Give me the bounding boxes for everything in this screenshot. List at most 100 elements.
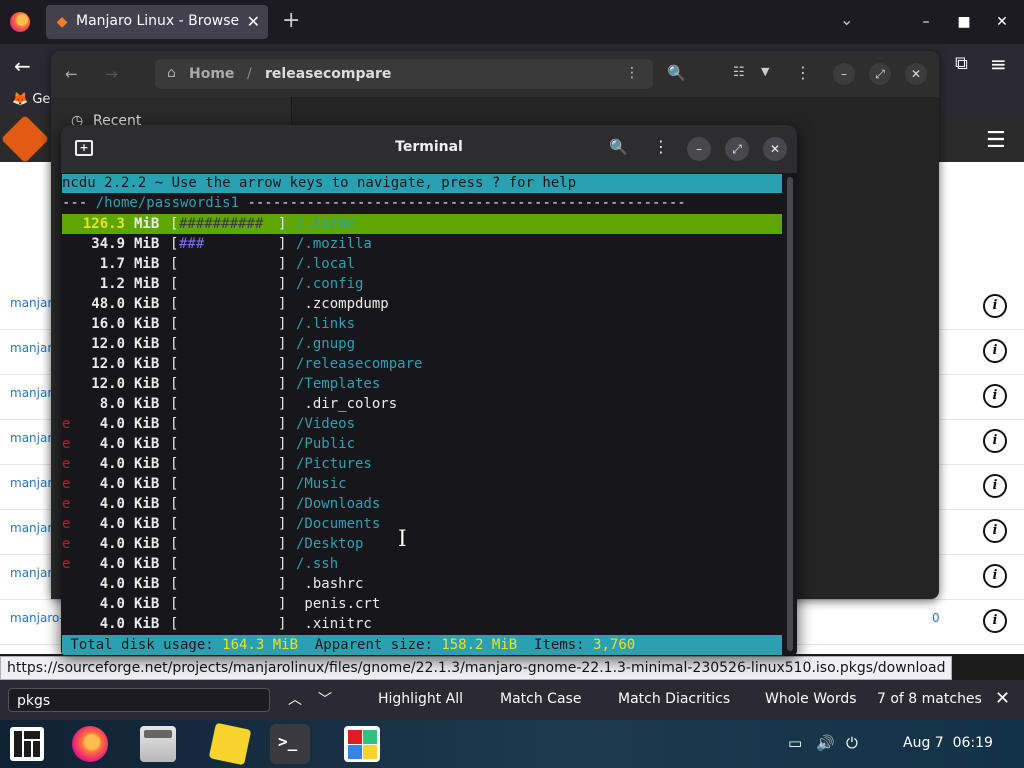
close-window-button[interactable]: ✕ — [905, 63, 927, 85]
entry-name: /.cache — [296, 216, 356, 232]
maximize-window-button[interactable]: ⤢ — [869, 63, 891, 85]
ncdu-entry-row[interactable]: 48.0 KiB [] .zcompdump — [62, 294, 782, 314]
hamburger-menu-icon[interactable]: ☰ — [986, 128, 1006, 153]
find-input[interactable]: pkgs — [8, 688, 270, 712]
manjaro-menu-icon[interactable] — [10, 727, 44, 761]
info-icon[interactable]: i — [983, 519, 1007, 543]
entry-unit: KiB — [134, 516, 160, 532]
ncdu-entry-row[interactable]: 12.0 KiB [] /.gnupg — [62, 334, 782, 354]
info-icon[interactable]: i — [983, 294, 1007, 318]
info-icon[interactable]: i — [983, 429, 1007, 453]
ncdu-entry-row[interactable]: e 4.0 KiB[]/Music — [62, 474, 782, 494]
files-icon[interactable] — [140, 726, 176, 762]
home-icon: ⌂ — [167, 65, 176, 81]
info-icon[interactable]: i — [983, 384, 1007, 408]
ncdu-entry-row[interactable]: e 4.0 KiB[]/Public — [62, 434, 782, 454]
entry-size: 12.0 — [91, 336, 125, 352]
entry-unit: KiB — [134, 416, 160, 432]
ncdu-entry-row[interactable]: 12.0 KiB [] /Templates — [62, 374, 782, 394]
info-icon[interactable]: i — [983, 609, 1007, 633]
hamburger-menu-icon[interactable]: ≡ — [990, 52, 1007, 76]
view-list-icon[interactable]: ☷ — [733, 65, 745, 80]
ncdu-entry-row[interactable]: 8.0 KiB [] .dir_colors — [62, 394, 782, 414]
chevron-down-icon[interactable]: ﹀ — [318, 689, 332, 709]
ncdu-entry-row[interactable]: e 4.0 KiB[]/.ssh — [62, 554, 782, 574]
menu-icon[interactable]: ⋮ — [653, 137, 669, 156]
text-editor-icon[interactable] — [208, 722, 252, 766]
ncdu-entry-row[interactable]: 34.9 MiB [###] /.mozilla — [62, 234, 782, 254]
power-icon[interactable]: ⏻ — [846, 734, 858, 752]
bookmark-item[interactable]: 🦊 Ge — [12, 92, 50, 107]
minimize-window-button[interactable]: – — [914, 10, 938, 34]
chevron-down-icon[interactable]: ▼ — [761, 65, 769, 78]
whole-words-button[interactable]: Whole Words — [765, 691, 857, 707]
info-icon[interactable]: i — [983, 339, 1007, 363]
maximize-window-button[interactable]: ⤢ — [725, 137, 749, 161]
back-arrow-icon[interactable]: ← — [14, 54, 31, 78]
clipboard-icon[interactable]: ▭ — [788, 734, 802, 752]
close-window-button[interactable]: ✕ — [990, 10, 1014, 34]
match-diacritics-button[interactable]: Match Diacritics — [618, 691, 730, 707]
volume-icon[interactable]: 🔊 — [816, 734, 835, 752]
graph-bracket-right: ] — [278, 536, 287, 552]
entry-name: /Videos — [296, 416, 356, 432]
new-tab-icon[interactable]: + — [282, 8, 300, 34]
usage-graph: ### — [179, 236, 205, 252]
software-store-icon[interactable] — [344, 726, 380, 762]
graph-bracket-right: ] — [278, 236, 287, 252]
clock[interactable]: Aug 7 06:19 — [903, 735, 993, 751]
terminal-scrollbar[interactable] — [787, 177, 793, 651]
forward-arrow-icon[interactable]: → — [105, 65, 118, 83]
ncdu-entry-row[interactable]: 1.2 MiB [] /.config — [62, 274, 782, 294]
file-link[interactable]: manjaro- — [10, 611, 64, 625]
path-menu-icon[interactable]: ⋮ — [625, 65, 639, 81]
ncdu-entry-row[interactable]: 12.0 KiB [] /releasecompare — [62, 354, 782, 374]
entry-size: 1.7 — [99, 256, 125, 272]
search-icon[interactable]: 🔍 — [609, 138, 628, 156]
match-case-button[interactable]: Match Case — [500, 691, 581, 707]
path-home[interactable]: Home — [189, 66, 234, 82]
ncdu-total-bar: Total disk usage: 164.3 MiB Apparent siz… — [62, 635, 782, 655]
info-icon[interactable]: i — [983, 564, 1007, 588]
chevron-down-icon[interactable]: ⌄ — [840, 10, 853, 29]
path-current[interactable]: releasecompare — [265, 66, 391, 82]
close-find-icon[interactable]: ✕ — [995, 688, 1010, 709]
minimize-window-button[interactable]: – — [687, 137, 711, 161]
entry-name: /Desktop — [296, 536, 364, 552]
close-window-button[interactable]: ✕ — [763, 137, 787, 161]
chevron-up-icon[interactable]: ︿ — [288, 689, 302, 709]
ncdu-entry-row[interactable]: e 4.0 KiB[]/Downloads — [62, 494, 782, 514]
highlight-all-button[interactable]: Highlight All — [378, 691, 463, 707]
minimize-window-button[interactable]: – — [833, 63, 855, 85]
ncdu-entry-row[interactable]: 4.0 KiB [] penis.crt — [62, 594, 782, 614]
graph-bracket-right: ] — [278, 456, 287, 472]
terminal-icon[interactable]: >_ — [270, 724, 310, 764]
entry-name: /releasecompare — [296, 356, 423, 372]
download-count: 0 — [932, 611, 940, 625]
ncdu-entry-row[interactable]: 4.0 KiB [] .bashrc — [62, 574, 782, 594]
maximize-window-button[interactable]: ■ — [952, 10, 976, 34]
extensions-icon[interactable]: ⧉ — [955, 53, 968, 74]
back-arrow-icon[interactable]: ← — [65, 65, 78, 83]
search-icon[interactable]: 🔍 — [667, 64, 686, 82]
ncdu-entry-row[interactable]: e 4.0 KiB[]/Desktop — [62, 534, 782, 554]
ncdu-entry-row[interactable]: e 4.0 KiB[]/Pictures — [62, 454, 782, 474]
close-tab-icon[interactable]: ✕ — [247, 12, 260, 31]
terminal-content[interactable]: ncdu 2.2.2 ~ Use the arrow keys to navig… — [61, 173, 783, 655]
menu-icon[interactable]: ⋮ — [795, 63, 811, 82]
path-bar[interactable]: ⌂ Home / releasecompare ⋮ — [155, 59, 653, 89]
firefox-icon[interactable] — [72, 726, 108, 762]
browser-tab[interactable]: ◆ Manjaro Linux - Browse ✕ — [46, 5, 268, 39]
ncdu-entry-row[interactable]: e 4.0 KiB[]/Videos — [62, 414, 782, 434]
ncdu-entry-row[interactable]: 16.0 KiB [] /.links — [62, 314, 782, 334]
ncdu-entry-row[interactable]: 4.0 KiB [] .xinitrc — [62, 614, 782, 634]
new-tab-icon[interactable]: + — [75, 140, 93, 156]
ncdu-entry-row[interactable]: 126.3 MiB [##########] /.cache — [62, 214, 782, 234]
entry-name: /Templates — [296, 376, 381, 392]
sourceforge-logo-icon[interactable] — [0, 114, 50, 164]
ncdu-entry-row[interactable]: 1.7 MiB [] /.local — [62, 254, 782, 274]
info-icon[interactable]: i — [983, 474, 1007, 498]
ncdu-entry-row[interactable]: e 4.0 KiB[]/Documents — [62, 514, 782, 534]
firefox-icon[interactable] — [10, 12, 30, 32]
entry-unit: KiB — [134, 496, 160, 512]
